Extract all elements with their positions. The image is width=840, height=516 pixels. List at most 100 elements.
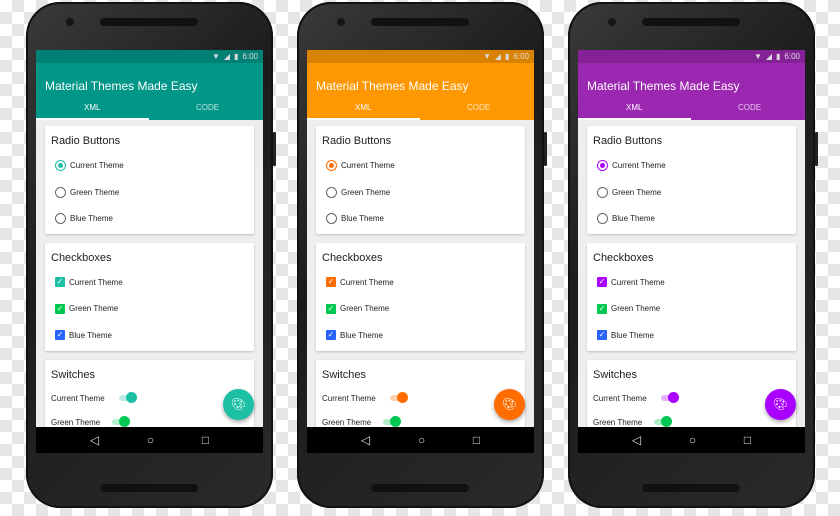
power-button bbox=[815, 132, 818, 166]
radio-option[interactable]: Current Theme bbox=[326, 160, 395, 171]
switch-option[interactable]: Current Theme bbox=[322, 392, 408, 403]
checkbox-option[interactable]: ✓ Green Theme bbox=[326, 303, 390, 314]
radio-button[interactable] bbox=[597, 160, 608, 171]
checkbox-title: Checkboxes bbox=[593, 252, 654, 264]
radio-option[interactable]: Current Theme bbox=[55, 160, 124, 171]
checkbox-option[interactable]: ✓ Green Theme bbox=[597, 303, 660, 314]
radio-option[interactable]: Green Theme bbox=[597, 186, 661, 198]
radio-option[interactable]: Blue Theme bbox=[55, 213, 113, 224]
wifi-icon: ▼ bbox=[753, 52, 762, 61]
checkbox-label: Current Theme bbox=[611, 277, 665, 287]
recents-icon[interactable]: □ bbox=[202, 433, 209, 447]
recents-icon[interactable]: □ bbox=[473, 433, 480, 447]
status-bar: ▼ ◢ ▮ 6:00 bbox=[578, 50, 805, 63]
radio-option[interactable]: Blue Theme bbox=[597, 213, 655, 224]
tab-code[interactable]: CODE bbox=[467, 103, 490, 112]
palette-icon: 🎨︎ bbox=[772, 397, 789, 411]
checkbox-option[interactable]: ✓ Blue Theme bbox=[326, 330, 383, 340]
checkbox-label: Green Theme bbox=[340, 304, 390, 313]
checkbox-option[interactable]: ✓ Current Theme bbox=[55, 277, 123, 287]
checkbox-checked-icon[interactable]: ✓ bbox=[597, 277, 607, 287]
tab-code[interactable]: CODE bbox=[196, 103, 219, 112]
switch-option[interactable]: Current Theme bbox=[593, 392, 679, 403]
checkbox-checked-icon[interactable]: ✓ bbox=[55, 303, 65, 314]
radio-title: Radio Buttons bbox=[322, 135, 392, 147]
radio-button[interactable] bbox=[326, 160, 337, 171]
speaker bbox=[642, 18, 740, 26]
switch-toggle[interactable] bbox=[383, 416, 402, 427]
switch-option[interactable]: Green Theme bbox=[51, 416, 131, 427]
power-button bbox=[273, 132, 276, 166]
checkbox-checked-icon[interactable]: ✓ bbox=[55, 277, 65, 287]
checkbox-option[interactable]: ✓ Blue Theme bbox=[55, 330, 112, 340]
palette-icon: 🎨︎ bbox=[501, 397, 518, 411]
radio-button[interactable] bbox=[597, 186, 608, 198]
app-bar: Material Themes Made Easy XML CODE bbox=[36, 63, 263, 120]
checkbox-checked-icon[interactable]: ✓ bbox=[597, 330, 607, 340]
home-icon[interactable]: ○ bbox=[147, 433, 154, 447]
checkbox-option[interactable]: ✓ Green Theme bbox=[55, 303, 118, 314]
radio-button[interactable] bbox=[326, 213, 337, 224]
palette-fab-button[interactable]: 🎨︎ bbox=[765, 389, 796, 420]
checkbox-option[interactable]: ✓ Current Theme bbox=[597, 277, 665, 287]
camera bbox=[337, 18, 345, 26]
switch-toggle[interactable] bbox=[654, 416, 673, 427]
app-title: Material Themes Made Easy bbox=[45, 79, 198, 93]
radio-button[interactable] bbox=[55, 186, 66, 198]
radio-label: Green Theme bbox=[341, 187, 391, 197]
tab-xml[interactable]: XML bbox=[355, 103, 371, 112]
radio-option[interactable]: Green Theme bbox=[55, 186, 119, 198]
switch-toggle[interactable] bbox=[660, 392, 679, 403]
radio-button[interactable] bbox=[55, 213, 66, 224]
radio-title: Radio Buttons bbox=[593, 135, 663, 147]
radio-option[interactable]: Blue Theme bbox=[326, 213, 384, 224]
switch-label: Green Theme bbox=[322, 417, 372, 427]
status-time: 6:00 bbox=[513, 52, 529, 61]
switch-toggle[interactable] bbox=[118, 392, 137, 403]
checkbox-checked-icon[interactable]: ✓ bbox=[326, 303, 336, 314]
camera bbox=[66, 18, 74, 26]
phone-purple: ▼ ◢ ▮ 6:00 Material Themes Made Easy XML C… bbox=[568, 2, 818, 508]
radio-option[interactable]: Current Theme bbox=[597, 160, 666, 171]
checkbox-title: Checkboxes bbox=[322, 252, 383, 264]
radio-button[interactable] bbox=[55, 160, 66, 171]
checkbox-option[interactable]: ✓ Blue Theme bbox=[597, 330, 654, 340]
nav-bar: ◁ ○ □ bbox=[578, 427, 805, 453]
radio-card: Radio Buttons Current Theme Green Theme Bl… bbox=[45, 126, 254, 234]
switch-option[interactable]: Current Theme bbox=[51, 392, 137, 403]
app-title: Material Themes Made Easy bbox=[316, 79, 469, 93]
back-icon[interactable]: ◁ bbox=[632, 433, 641, 447]
switch-toggle[interactable] bbox=[112, 416, 131, 427]
phone-teal: ▼ ◢ ▮ 6:00 Material Themes Made Easy XML C… bbox=[26, 2, 276, 508]
tab-xml[interactable]: XML bbox=[84, 103, 100, 112]
checkbox-checked-icon[interactable]: ✓ bbox=[55, 330, 65, 340]
camera bbox=[608, 18, 616, 26]
speaker bbox=[371, 484, 469, 492]
radio-button[interactable] bbox=[597, 213, 608, 224]
back-icon[interactable]: ◁ bbox=[90, 433, 99, 447]
switch-toggle[interactable] bbox=[389, 392, 408, 403]
checkbox-checked-icon[interactable]: ✓ bbox=[597, 303, 607, 314]
recents-icon[interactable]: □ bbox=[744, 433, 751, 447]
checkbox-label: Blue Theme bbox=[69, 330, 112, 340]
checkbox-checked-icon[interactable]: ✓ bbox=[326, 277, 336, 287]
home-icon[interactable]: ○ bbox=[689, 433, 696, 447]
palette-icon: 🎨︎ bbox=[230, 397, 247, 411]
status-time: 6:00 bbox=[242, 52, 258, 61]
tab-xml[interactable]: XML bbox=[626, 103, 642, 112]
switch-label: Current Theme bbox=[322, 393, 376, 403]
radio-label: Current Theme bbox=[70, 161, 124, 170]
switch-option[interactable]: Green Theme bbox=[593, 416, 673, 427]
tab-code[interactable]: CODE bbox=[738, 103, 761, 112]
checkbox-label: Current Theme bbox=[340, 277, 394, 287]
checkbox-card: Checkboxes ✓ Current Theme ✓ Green Theme ✓ Bl… bbox=[587, 243, 796, 351]
radio-option[interactable]: Green Theme bbox=[326, 186, 391, 198]
checkbox-option[interactable]: ✓ Current Theme bbox=[326, 277, 394, 287]
checkbox-checked-icon[interactable]: ✓ bbox=[326, 330, 336, 340]
back-icon[interactable]: ◁ bbox=[361, 433, 370, 447]
palette-fab-button[interactable]: 🎨︎ bbox=[223, 389, 254, 420]
radio-button[interactable] bbox=[326, 186, 337, 198]
palette-fab-button[interactable]: 🎨︎ bbox=[494, 389, 525, 420]
home-icon[interactable]: ○ bbox=[418, 433, 425, 447]
switch-option[interactable]: Green Theme bbox=[322, 416, 402, 427]
